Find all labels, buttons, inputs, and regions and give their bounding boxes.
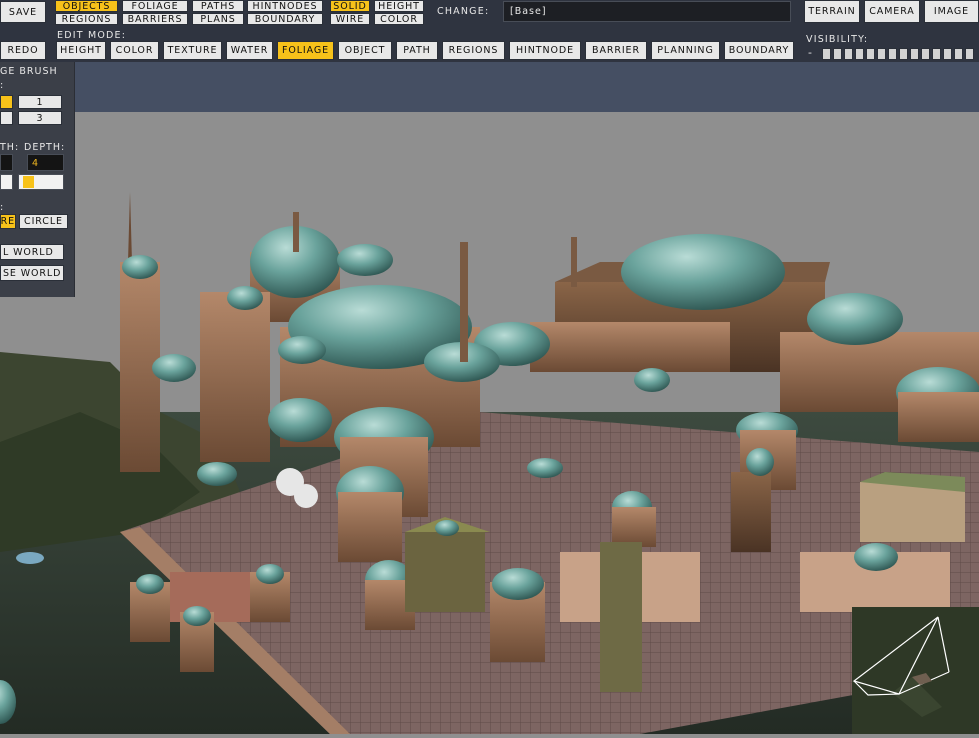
- edit-mode-height[interactable]: Height: [56, 41, 106, 60]
- brush-size-3[interactable]: 3: [18, 111, 62, 125]
- edit-mode-hintnode[interactable]: HintNode: [509, 41, 581, 60]
- edit-mode-planning[interactable]: Planning: [651, 41, 720, 60]
- visibility-segment[interactable]: [954, 48, 963, 60]
- visibility-segment[interactable]: [899, 48, 908, 60]
- shape-circle-button[interactable]: Circle: [19, 214, 68, 229]
- brush-shape-label: :: [0, 202, 5, 213]
- edit-mode-water[interactable]: Water: [226, 41, 273, 60]
- lattice-tower: [600, 542, 642, 692]
- toggle-boundary[interactable]: Boundary: [247, 13, 323, 25]
- render-wire[interactable]: Wire: [330, 13, 370, 25]
- brush-depth-field[interactable]: 4: [27, 154, 64, 171]
- edit-mode-label: Edit Mode:: [57, 30, 127, 41]
- render-height[interactable]: Height: [374, 0, 424, 12]
- visibility-segment[interactable]: [844, 48, 853, 60]
- great-dome: [621, 234, 785, 310]
- toggle-barriers[interactable]: Barriers: [122, 13, 188, 25]
- brush-width-slider[interactable]: [0, 174, 13, 190]
- visibility-segment[interactable]: [855, 48, 864, 60]
- visibility-segment[interactable]: [877, 48, 886, 60]
- brush-width-label: th:: [0, 142, 20, 153]
- toggle-paths[interactable]: Paths: [192, 0, 244, 12]
- visibility-minus[interactable]: -: [808, 46, 813, 59]
- brush-depth-slider-thumb[interactable]: [23, 176, 34, 188]
- render-solid[interactable]: Solid: [330, 0, 370, 12]
- toggle-regions[interactable]: Regions: [55, 13, 118, 25]
- brush-depth-label: Depth:: [24, 142, 66, 153]
- visibility-segment[interactable]: [833, 48, 842, 60]
- edit-mode-object[interactable]: Object: [338, 41, 392, 60]
- 3d-viewport[interactable]: [0, 112, 979, 734]
- visibility-segment[interactable]: [943, 48, 952, 60]
- visibility-segment[interactable]: [965, 48, 974, 60]
- brush-panel-title: ge Brush: [0, 66, 58, 77]
- render-color[interactable]: Color: [374, 13, 424, 25]
- change-label: Change:: [437, 6, 490, 17]
- brush-depth-slider[interactable]: [18, 174, 64, 190]
- toggle-plans[interactable]: Plans: [192, 13, 244, 25]
- city-scene: [0, 112, 979, 734]
- brush-width-field[interactable]: [0, 154, 13, 171]
- fill-world-button[interactable]: l World: [0, 244, 64, 260]
- brush-size-1[interactable]: 1: [18, 95, 62, 109]
- visibility-segment[interactable]: [921, 48, 930, 60]
- brush-size-blank[interactable]: [0, 111, 13, 125]
- erase-world-button[interactable]: se World: [0, 265, 64, 281]
- toggle-foliage[interactable]: Foliage: [122, 0, 188, 12]
- toggle-hintnodes[interactable]: HintNodes: [247, 0, 323, 12]
- toggle-objects[interactable]: Objects: [55, 0, 118, 12]
- visibility-segment[interactable]: [888, 48, 897, 60]
- brush-size-label: :: [0, 80, 5, 91]
- edit-mode-boundary[interactable]: Boundary: [724, 41, 794, 60]
- shape-square-button[interactable]: re: [0, 214, 16, 229]
- edit-mode-barrier[interactable]: Barrier: [585, 41, 647, 60]
- panel-band: [0, 62, 979, 112]
- edit-mode-color[interactable]: Color: [110, 41, 159, 60]
- visibility-segment[interactable]: [932, 48, 941, 60]
- foliage-brush-panel: ge Brush : 1 3 th: Depth: 4 : re Circle …: [0, 62, 75, 297]
- edit-mode-foliage[interactable]: Foliage: [277, 41, 334, 60]
- edit-mode-path[interactable]: Path: [396, 41, 438, 60]
- visibility-segment[interactable]: [910, 48, 919, 60]
- change-field[interactable]: [503, 1, 791, 22]
- editor-toolbar: Save Redo Objects Foliage Paths HintNode…: [0, 0, 979, 62]
- visibility-segment[interactable]: [822, 48, 831, 60]
- camera-frustum-icon: [852, 607, 979, 734]
- visibility-slider[interactable]: [820, 0, 979, 62]
- edit-mode-regions[interactable]: Regions: [442, 41, 505, 60]
- brush-size-active[interactable]: [0, 95, 13, 109]
- visibility-segment[interactable]: [866, 48, 875, 60]
- camera-minimap[interactable]: [852, 607, 979, 734]
- save-button[interactable]: Save: [0, 1, 46, 23]
- edit-mode-texture[interactable]: Texture: [163, 41, 222, 60]
- redo-button[interactable]: Redo: [0, 41, 46, 60]
